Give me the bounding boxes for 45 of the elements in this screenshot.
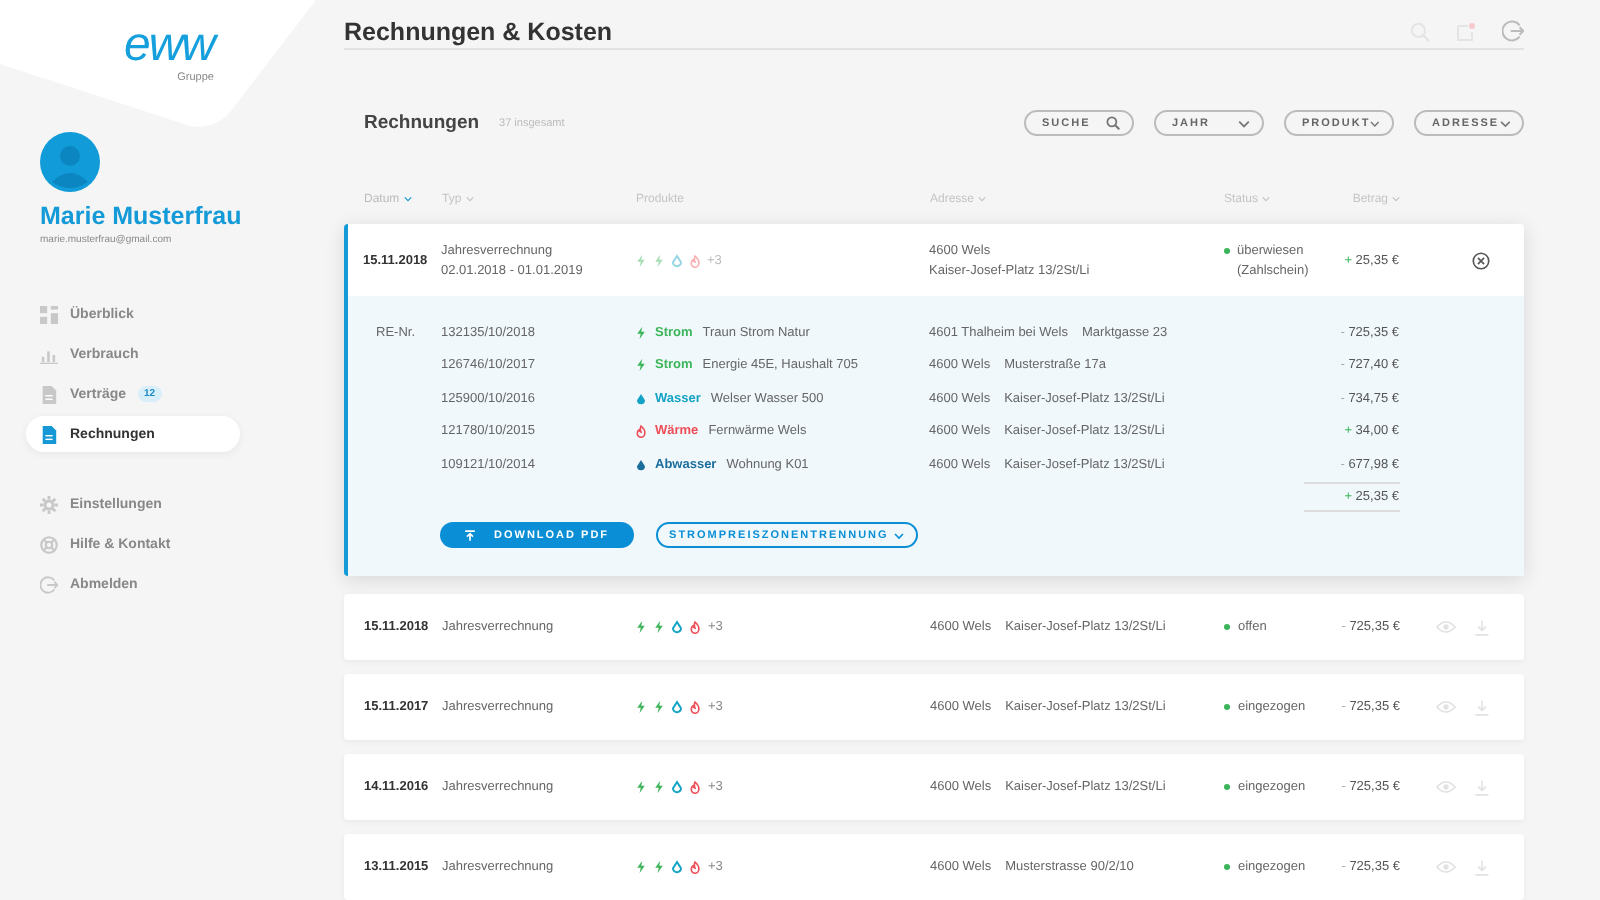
search-icon xyxy=(1106,116,1120,131)
notification-icon[interactable] xyxy=(1456,21,1476,42)
eye-icon[interactable] xyxy=(1436,700,1456,714)
logout-icon[interactable] xyxy=(1502,20,1524,43)
sort-caret-icon xyxy=(1262,196,1271,203)
sort-caret-icon xyxy=(1392,196,1400,203)
flame-icon xyxy=(635,424,645,439)
upload-arrow-icon xyxy=(464,529,476,541)
download-icon[interactable] xyxy=(1474,619,1490,635)
chevron-down-icon xyxy=(1370,119,1380,128)
drop-icon xyxy=(635,391,645,406)
invoice-card[interactable] xyxy=(344,224,1524,576)
sort-caret-icon xyxy=(465,196,474,203)
section-title: Rechnungen xyxy=(364,112,480,135)
logo-wordmark: eww xyxy=(123,20,214,72)
download-icon[interactable] xyxy=(1474,779,1490,795)
logout-icon xyxy=(40,575,58,593)
settings-icon xyxy=(40,495,58,513)
status-dot-icon xyxy=(1224,864,1230,870)
eye-icon[interactable] xyxy=(1436,860,1456,874)
status-dot-icon xyxy=(1224,624,1230,630)
download-icon[interactable] xyxy=(1474,859,1490,875)
eye-icon[interactable] xyxy=(1436,780,1456,794)
chevron-down-icon xyxy=(894,531,905,539)
close-icon[interactable] xyxy=(1472,251,1490,269)
document-icon xyxy=(40,425,58,443)
lifebuoy-icon xyxy=(40,535,58,553)
sort-caret-icon xyxy=(978,196,987,203)
avatar-icon xyxy=(40,132,100,192)
chevron-down-icon xyxy=(1238,119,1250,128)
status-dot-icon xyxy=(1223,247,1229,253)
bolt-icon xyxy=(635,325,645,340)
eye-icon[interactable] xyxy=(1436,620,1456,634)
page-title: Rechnungen & Kosten xyxy=(344,17,613,46)
sort-caret-icon xyxy=(403,196,412,203)
user-name: Marie Musterfrau xyxy=(40,202,244,230)
document-icon xyxy=(40,385,58,403)
bolt-icon xyxy=(635,358,645,373)
status-dot-icon xyxy=(1224,704,1230,710)
dashboard-icon xyxy=(40,305,58,323)
drop-icon xyxy=(635,457,645,472)
status-dot-icon xyxy=(1224,784,1230,790)
download-icon[interactable] xyxy=(1474,699,1490,715)
chevron-down-icon xyxy=(1499,119,1510,128)
bar-chart-icon xyxy=(40,345,58,363)
